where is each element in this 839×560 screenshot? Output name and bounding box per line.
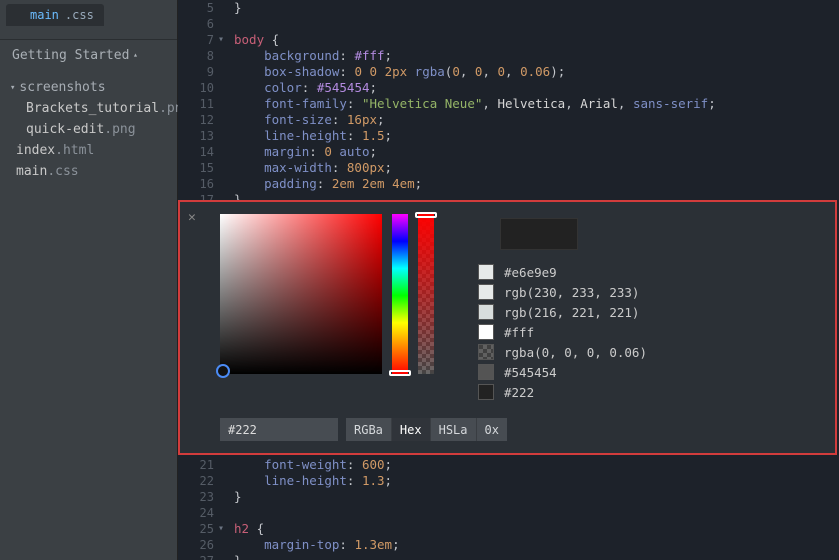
color-picker-panel: ✕ #e6e9e9rgb(230, 233, 233)rgb(216, 221,… [180,202,835,453]
tab-main-css[interactable]: main .css [6,4,104,26]
alpha-slider[interactable] [418,214,434,374]
swatch-label: rgba(0, 0, 0, 0.06) [504,345,647,360]
swatch-row[interactable]: #545454 [478,364,647,380]
hue-slider[interactable] [392,214,408,374]
recent-swatches: #e6e9e9 rgb(230, 233, 233) rgb(216, 221, 2… [478,264,647,400]
tab-filename: main [30,8,59,22]
swatch-label: rgb(230, 233, 233) [504,285,639,300]
swatch-row[interactable]: #e6e9e9 [478,264,647,280]
format-hsla-button[interactable]: HSLa [431,418,477,441]
tree-folder-screenshots[interactable]: ▾ screenshots [0,77,177,98]
color-swatch [478,264,494,280]
color-swatch [478,324,494,340]
folder-label: screenshots [19,80,105,95]
swatch-label: rgb(216, 221, 221) [504,305,639,320]
tree-file[interactable]: main.css [0,161,177,182]
swatch-label: #545454 [504,365,557,380]
hue-handle[interactable] [389,370,411,376]
sidebar-section-getting-started[interactable]: Getting Started ▾ [0,40,177,67]
format-rgba-button[interactable]: RGBa [346,418,392,441]
format-0x-button[interactable]: 0x [477,418,507,441]
tree-file[interactable]: index.html [0,140,177,161]
swatch-label: #e6e9e9 [504,265,557,280]
swatch-row[interactable]: #fff [478,324,647,340]
color-swatch [478,384,494,400]
swatch-row[interactable]: rgb(230, 233, 233) [478,284,647,300]
chevron-down-icon: ▾ [133,51,138,60]
swatch-row[interactable]: rgb(216, 221, 221) [478,304,647,320]
swatch-row[interactable]: rgba(0, 0, 0, 0.06) [478,344,647,360]
color-value-input[interactable] [220,418,338,441]
color-swatch [478,364,494,380]
alpha-handle[interactable] [415,212,437,218]
getting-started-label: Getting Started [12,48,129,63]
code-editor[interactable]: 5678910111213141516171819202122232425262… [178,0,839,560]
tab-fileext: .css [65,8,94,22]
saturation-value-field[interactable] [220,214,382,374]
fold-gutter: ▾▾▾ [218,0,230,4]
sidebar: main .css Getting Started ▾ ▾ screenshots… [0,0,178,560]
chevron-down-icon: ▾ [10,83,15,93]
color-swatch [478,304,494,320]
format-toggle-group: RGBa Hex HSLa 0x [346,418,507,441]
color-swatch [478,284,494,300]
open-files-tabs: main .css [0,0,177,30]
sv-handle[interactable] [216,364,230,378]
line-gutter: 5678910111213141516171819202122232425262… [178,0,218,4]
tree-file[interactable]: Brackets_tutorial.png [0,98,177,119]
code-content[interactable]: }body { background: #fff; box-shadow: 0 … [234,0,839,4]
swatch-label: #222 [504,385,534,400]
swatch-label: #fff [504,325,534,340]
color-swatch [478,344,494,360]
current-color-preview [500,218,578,250]
tab-dirty-dot [16,11,24,19]
tree-file[interactable]: quick-edit.png [0,119,177,140]
swatch-row[interactable]: #222 [478,384,647,400]
format-hex-button[interactable]: Hex [392,418,431,441]
